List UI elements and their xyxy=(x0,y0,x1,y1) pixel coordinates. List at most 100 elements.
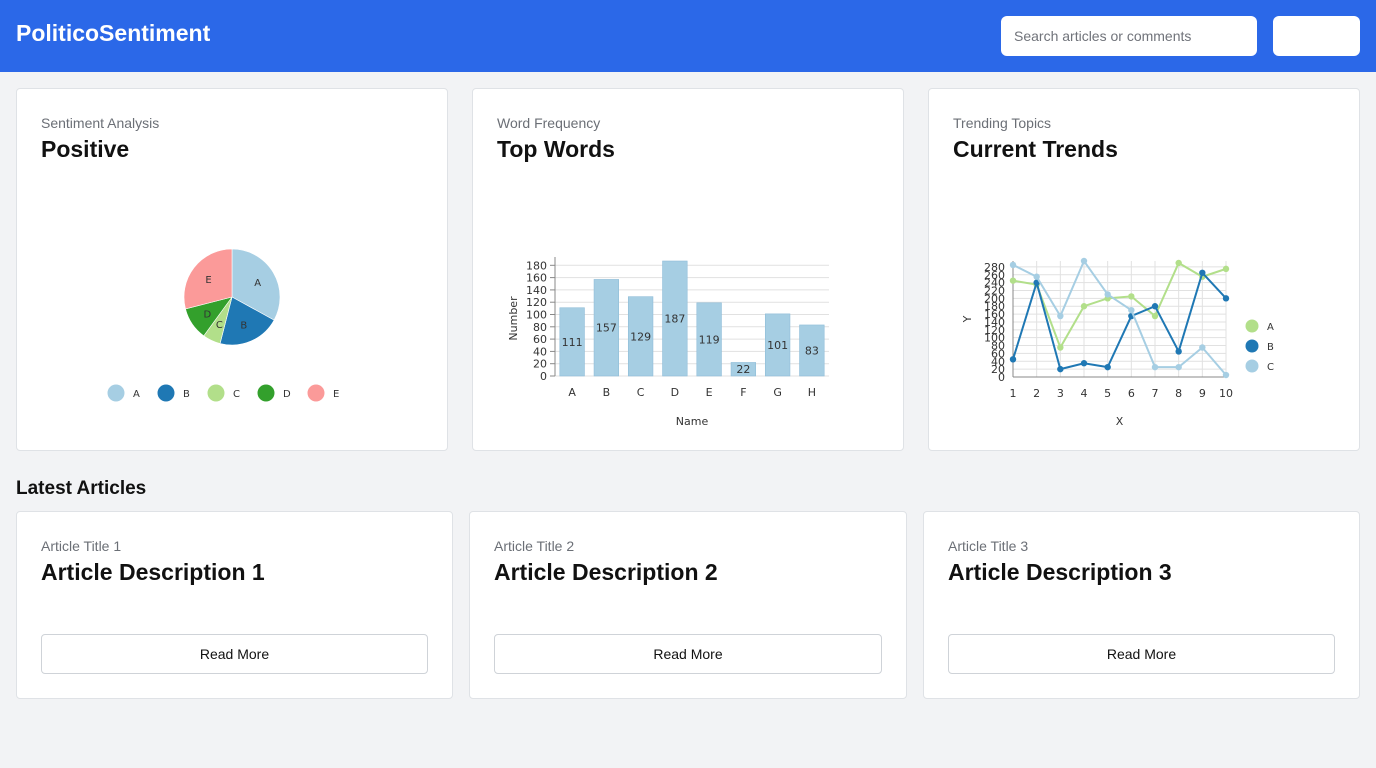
pie-slice-label: E xyxy=(205,275,211,286)
y-tick-label: 20 xyxy=(533,358,547,371)
x-tick-label: C xyxy=(637,386,645,399)
data-point xyxy=(1222,265,1230,273)
y-tick-label: 80 xyxy=(533,321,547,334)
data-point xyxy=(1151,303,1159,310)
article-title: Article Title 1 xyxy=(41,538,122,554)
y-tick-label: 120 xyxy=(526,296,547,309)
bar-value-label: 83 xyxy=(805,344,819,357)
article-card: Article Title 2 Article Description 2 Re… xyxy=(469,511,907,699)
x-tick-label: 10 xyxy=(1219,387,1233,400)
brand-logo[interactable]: PoliticoSentiment xyxy=(16,20,210,47)
legend-label: A xyxy=(133,389,140,400)
series-line-c xyxy=(1012,258,1227,376)
legend-swatch xyxy=(257,384,275,402)
pie-slice-label: A xyxy=(254,278,261,289)
data-point xyxy=(1009,356,1017,363)
read-more-button[interactable]: Read More xyxy=(494,634,882,674)
data-point xyxy=(1199,344,1206,351)
x-tick-label: 4 xyxy=(1081,387,1088,400)
x-axis-label: X xyxy=(1116,415,1124,428)
y-tick-label: 100 xyxy=(526,309,547,322)
data-point xyxy=(1080,257,1088,265)
y-tick-label: 180 xyxy=(526,259,547,272)
x-tick-label: E xyxy=(706,386,713,399)
sentiment-pie-chart: ABCDEA B C D E xyxy=(107,248,339,402)
data-point xyxy=(1222,295,1230,302)
y-tick-label: 40 xyxy=(533,345,547,358)
data-point xyxy=(1057,312,1064,320)
data-point xyxy=(1199,269,1206,276)
data-point xyxy=(1175,348,1182,355)
data-point xyxy=(1128,306,1135,314)
data-point xyxy=(1033,273,1040,280)
top-navbar: PoliticoSentiment xyxy=(0,0,1376,72)
data-point xyxy=(1009,277,1017,284)
bar-value-label: 187 xyxy=(664,313,685,326)
header-button[interactable] xyxy=(1273,16,1360,56)
y-tick-label: 160 xyxy=(526,272,547,285)
search-input[interactable] xyxy=(1001,16,1257,56)
trending-topics-card: Trending Topics Current Trends 0 20 40 60 80… xyxy=(928,88,1360,451)
legend-swatch xyxy=(307,384,325,402)
pie-slice-label: D xyxy=(204,310,212,321)
bar-value-label: 101 xyxy=(767,339,788,352)
x-tick-label: 1 xyxy=(1010,387,1017,400)
x-tick-label: F xyxy=(740,386,746,399)
x-tick-label: 2 xyxy=(1033,387,1040,400)
legend-swatch xyxy=(207,384,225,402)
data-point xyxy=(1080,360,1088,367)
data-point xyxy=(1151,312,1159,320)
x-tick-label: 5 xyxy=(1104,387,1111,400)
bar-value-label: 129 xyxy=(630,330,651,343)
data-point xyxy=(1222,371,1230,379)
word-frequency-bar-chart: 020406080100120140160180 111 A 157 B 129 C 187 D… xyxy=(507,257,829,428)
data-point xyxy=(1080,303,1088,310)
x-tick-label: 7 xyxy=(1152,387,1159,400)
article-title: Article Title 2 xyxy=(494,538,575,554)
x-tick-label: A xyxy=(568,386,576,399)
y-axis-label: Y xyxy=(961,315,974,323)
x-tick-label: H xyxy=(808,386,816,399)
x-tick-label: 3 xyxy=(1057,387,1064,400)
legend-label: A xyxy=(1267,322,1274,333)
series-line-a xyxy=(1012,261,1227,350)
article-description: Article Description 1 xyxy=(41,559,265,585)
article-card: Article Title 1 Article Description 1 Re… xyxy=(16,511,453,699)
y-axis-label: Number xyxy=(507,296,520,341)
data-point xyxy=(1057,365,1064,373)
article-description: Article Description 2 xyxy=(494,559,718,585)
legend-swatch xyxy=(107,384,125,402)
data-point xyxy=(1009,261,1017,269)
x-tick-label: 6 xyxy=(1128,387,1135,400)
y-tick-label: 60 xyxy=(533,333,547,346)
word-frequency-card: Word Frequency Top Words 0 20 40 60 80 100 120… xyxy=(472,88,904,451)
data-point xyxy=(1175,259,1182,267)
legend-swatch xyxy=(1245,319,1259,333)
y-tick-label: 280 xyxy=(984,261,1005,274)
bar-value-label: 22 xyxy=(736,363,750,376)
data-point xyxy=(1128,293,1135,300)
sentiment-card: Sentiment Analysis Positive ABCDEABCDE xyxy=(16,88,448,451)
article-card: Article Title 3 Article Description 3 Re… xyxy=(923,511,1360,699)
article-title: Article Title 3 xyxy=(948,538,1029,554)
pie-slice-label: C xyxy=(216,320,223,331)
bar-value-label: 119 xyxy=(699,333,720,346)
data-point xyxy=(1104,363,1111,371)
data-point xyxy=(1175,363,1182,371)
pie-slice-label: B xyxy=(240,320,247,331)
x-tick-label: B xyxy=(603,386,611,399)
data-point xyxy=(1057,344,1064,351)
data-point xyxy=(1104,291,1111,298)
legend-label: B xyxy=(183,389,190,400)
article-description: Article Description 3 xyxy=(948,559,1172,585)
y-tick-label: 0 xyxy=(540,370,547,383)
read-more-button[interactable]: Read More xyxy=(41,634,428,674)
bar-value-label: 111 xyxy=(562,336,583,349)
legend-swatch xyxy=(1245,359,1259,373)
legend-label: C xyxy=(233,389,240,400)
legend-label: C xyxy=(1267,362,1274,373)
data-point xyxy=(1151,363,1159,371)
legend-label: E xyxy=(333,389,339,400)
read-more-button[interactable]: Read More xyxy=(948,634,1335,674)
x-tick-label: D xyxy=(671,386,679,399)
